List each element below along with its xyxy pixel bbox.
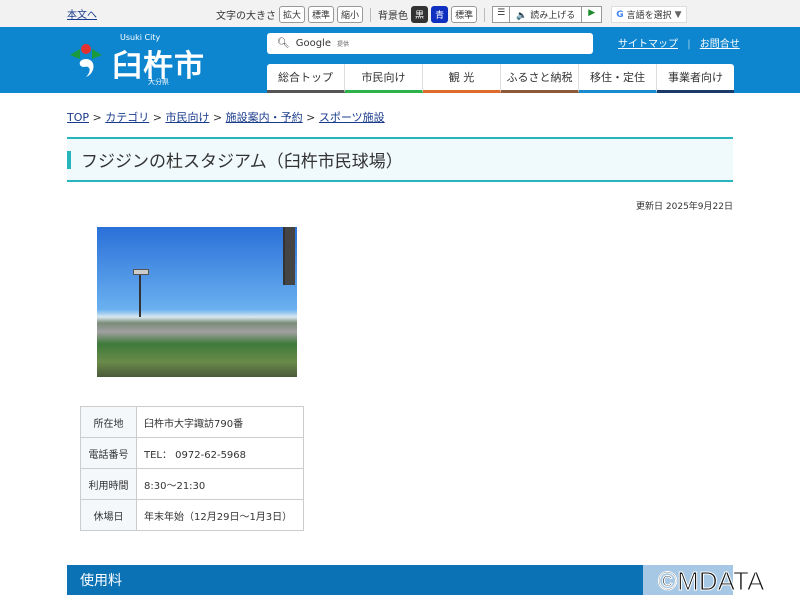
nav-top[interactable]: 総合トップ <box>267 64 345 93</box>
info-value: 8:30～21:30 <box>136 468 304 500</box>
google-icon: G <box>616 9 624 20</box>
divider: | <box>687 39 691 50</box>
title-accent <box>67 150 71 169</box>
chevron-down-icon: ▼ <box>674 9 682 20</box>
info-label: 所在地 <box>80 406 137 438</box>
updated-date: 更新日 2025年9月22日 <box>636 202 733 212</box>
table-row: 所在地 臼杵市大字諏訪790番 <box>80 406 304 438</box>
global-nav: 総合トップ 市民向け 観 光 ふるさと納税 移住・定住 事業者向け <box>267 64 734 93</box>
skip-to-content-link[interactable]: 本文へ <box>67 6 97 21</box>
table-row: 休場日 年末年始（12月29日～1月3日） <box>80 499 304 531</box>
site-header: Usuki City 臼杵市 大分県 🔍︎ Google 提供 サイトマップ |… <box>0 27 800 93</box>
search-icon: 🔍︎ <box>277 38 290 49</box>
info-value: 年末年始（12月29日～1月3日） <box>136 499 304 531</box>
font-large-button[interactable]: 拡大 <box>279 6 306 23</box>
light-pole <box>139 272 141 317</box>
breadcrumb-category[interactable]: カテゴリ <box>105 111 149 124</box>
utility-bar: 本文へ 文字の大きさ 拡大 標準 縮小 背景色 黒 青 標準 ☰ 🔈 読み上げる… <box>0 0 800 27</box>
divider <box>484 7 486 22</box>
table-row: 利用時間 8:30～21:30 <box>80 468 304 500</box>
info-label: 利用時間 <box>80 468 137 500</box>
nav-relocation[interactable]: 移住・定住 <box>579 64 657 93</box>
page-title: フジジンの杜スタジアム（臼杵市民球場） <box>81 152 403 172</box>
breadcrumb-sports[interactable]: スポーツ施設 <box>319 111 385 124</box>
speaker-icon: 🔈 <box>516 11 528 21</box>
nav-business[interactable]: 事業者向け <box>657 64 734 93</box>
search-input[interactable]: 🔍︎ Google 提供 <box>267 33 593 54</box>
font-normal-button[interactable]: 標準 <box>308 6 335 23</box>
menu-icon[interactable]: ☰ <box>493 7 511 22</box>
logo-prefecture: 大分県 <box>148 78 169 86</box>
search-provider: 提供 <box>336 41 349 48</box>
breadcrumb-facilities[interactable]: 施設案内・予約 <box>226 111 303 124</box>
font-size-label: 文字の大きさ <box>216 11 276 22</box>
read-aloud-button[interactable]: 🔈 読み上げる <box>510 7 583 22</box>
sitemap-link[interactable]: サイトマップ <box>618 39 678 50</box>
watermark: ©MDATA <box>657 566 765 597</box>
breadcrumb: TOP > カテゴリ > 市民向け > 施設案内・予約 > スポーツ施設 <box>67 111 385 124</box>
nav-residents[interactable]: 市民向け <box>345 64 423 93</box>
nav-tourism[interactable]: 観 光 <box>423 64 501 93</box>
bg-normal-button[interactable]: 標準 <box>451 6 478 23</box>
page-title-box: フジジンの杜スタジアム（臼杵市民球場） <box>67 137 733 182</box>
stadium-photo <box>97 227 297 377</box>
scoreboard <box>283 227 295 285</box>
font-small-button[interactable]: 縮小 <box>337 6 364 23</box>
bg-blue-button[interactable]: 青 <box>431 6 449 23</box>
info-label: 電話番号 <box>80 437 137 469</box>
bg-black-button[interactable]: 黒 <box>411 6 429 23</box>
play-icon[interactable]: ▶ <box>582 7 601 22</box>
info-value: TEL： 0972-62-5968 <box>136 437 304 469</box>
facility-info-table: 所在地 臼杵市大字諏訪790番 電話番号 TEL： 0972-62-5968 利用時… <box>80 406 304 531</box>
language-select[interactable]: G 言語を選択 ▼ <box>611 6 687 23</box>
table-row: 電話番号 TEL： 0972-62-5968 <box>80 437 304 469</box>
divider <box>370 7 372 22</box>
info-label: 休場日 <box>80 499 137 531</box>
nav-hometown-tax[interactable]: ふるさと納税 <box>501 64 579 93</box>
breadcrumb-residents[interactable]: 市民向け <box>165 111 209 124</box>
bg-color-label: 背景色 <box>378 11 409 22</box>
info-value: 臼杵市大字諏訪790番 <box>136 406 304 438</box>
language-label: 言語を選択 <box>626 11 672 21</box>
floodlight <box>133 269 149 275</box>
section-heading: 使用料 <box>67 565 733 595</box>
read-aloud-widget: ☰ 🔈 読み上げる ▶ <box>492 6 603 23</box>
search-brand: Google <box>295 38 331 49</box>
read-aloud-label: 読み上げる <box>530 11 576 21</box>
breadcrumb-top[interactable]: TOP <box>67 111 89 124</box>
city-emblem-icon <box>70 44 102 77</box>
contact-link[interactable]: お問合せ <box>700 39 740 50</box>
